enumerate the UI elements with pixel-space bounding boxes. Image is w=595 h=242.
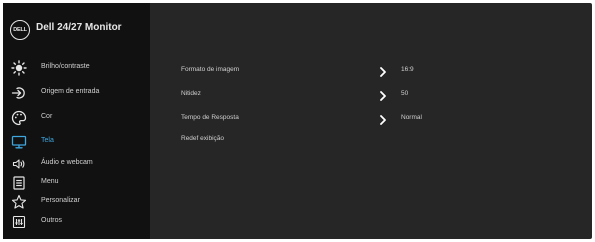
sidebar-item-label: Outros [41, 217, 63, 224]
chevron-right-icon [379, 64, 387, 77]
setting-label: Tempo de Resposta [181, 114, 239, 121]
chevron-right-icon [379, 88, 387, 101]
setting-row-response-time[interactable]: Tempo de Resposta Normal [181, 111, 481, 127]
osd-header: DELL Dell 24/27 Monitor [3, 3, 150, 53]
others-icon [11, 214, 27, 230]
display-icon [11, 134, 27, 150]
monitor-title: Dell 24/27 Monitor [36, 22, 122, 33]
setting-row-sharpness[interactable]: Nitidez 50 [181, 87, 481, 103]
dell-logo: DELL [10, 20, 30, 40]
menu-icon [11, 175, 27, 191]
sidebar: DELL Dell 24/27 Monitor Brilho/contraste [3, 3, 150, 239]
sidebar-item-brightness-contrast[interactable]: Brilho/contraste [3, 57, 150, 79]
sidebar-item-label: Tela [41, 137, 54, 144]
sidebar-item-others[interactable]: Outros [3, 211, 150, 233]
sidebar-item-label: Brilho/contraste [41, 63, 90, 70]
setting-label: Formato de imagem [181, 66, 240, 73]
color-palette-icon [11, 110, 27, 126]
brightness-icon [11, 60, 27, 76]
setting-value: 50 [401, 90, 409, 97]
setting-row-reset-display[interactable]: Redef exibição [181, 132, 481, 148]
setting-value: 16:9 [401, 66, 414, 73]
setting-label: Nitidez [181, 90, 201, 97]
sidebar-item-input-source[interactable]: Origem de entrada [3, 82, 150, 104]
setting-value: Normal [401, 114, 422, 121]
sidebar-item-label: Cor [41, 113, 53, 120]
sidebar-item-color[interactable]: Cor [3, 107, 150, 129]
sidebar-item-label: Personalizar [41, 197, 80, 204]
sidebar-item-display[interactable]: Tela [3, 131, 150, 153]
speaker-icon [11, 156, 27, 172]
sidebar-item-label: Origem de entrada [41, 88, 100, 95]
sidebar-item-label: Menu [41, 178, 59, 185]
monitor-osd-window: DELL Dell 24/27 Monitor Brilho/contraste [3, 3, 592, 239]
chevron-right-icon [379, 112, 387, 125]
star-icon [11, 194, 27, 210]
sidebar-item-personalize[interactable]: Personalizar [3, 191, 150, 213]
setting-row-aspect-ratio[interactable]: Formato de imagem 16:9 [181, 63, 481, 79]
setting-label: Redef exibição [181, 135, 224, 142]
sidebar-item-label: Áudio e webcam [41, 159, 93, 166]
input-source-icon [11, 85, 27, 101]
